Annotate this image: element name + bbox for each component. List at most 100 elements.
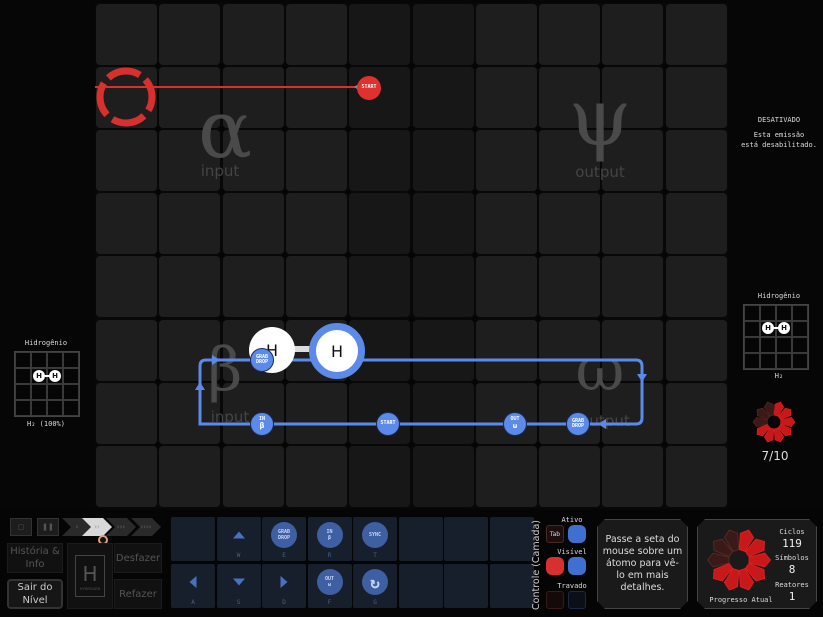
reactor-tile[interactable]: [602, 193, 664, 255]
reactor-tile[interactable]: [96, 130, 157, 192]
reactor-tile[interactable]: [159, 256, 221, 318]
grab-drop-instruction-2[interactable]: GRAB DROP: [566, 412, 590, 436]
reactor-tile[interactable]: [159, 445, 221, 507]
reactor-tile[interactable]: [665, 67, 727, 129]
in-beta-instruction[interactable]: IN β: [250, 412, 274, 436]
reactor-tile[interactable]: [665, 445, 727, 507]
reactor-tile[interactable]: [475, 445, 537, 507]
reactor-tile[interactable]: [665, 193, 727, 255]
reactor-tile[interactable]: [159, 4, 221, 65]
output-molecule-preview[interactable]: [743, 304, 809, 370]
blue-layer-active-toggle[interactable]: [568, 525, 586, 543]
reactor-tile[interactable]: [412, 445, 474, 507]
red-layer-locked-toggle[interactable]: [546, 591, 564, 609]
reactor-tile[interactable]: [349, 445, 411, 507]
hydrogen-atom-held[interactable]: H: [309, 323, 365, 379]
history-info-button[interactable]: História & Info: [7, 543, 63, 573]
palette-tool-a[interactable]: A: [171, 564, 215, 608]
reactor-tile[interactable]: [412, 319, 474, 381]
reactor-tile[interactable]: [96, 382, 157, 444]
reactor-tile[interactable]: [665, 4, 727, 65]
reactor-tile[interactable]: [349, 193, 411, 255]
reactor-tile[interactable]: [412, 4, 474, 65]
reactor-tile[interactable]: [222, 193, 284, 255]
blue-layer-locked-toggle[interactable]: [568, 591, 586, 609]
reactor-tile[interactable]: [475, 319, 537, 381]
reactor-tile[interactable]: [285, 193, 347, 255]
red-layer-visible-toggle[interactable]: [546, 557, 564, 575]
reactor-tile[interactable]: [222, 256, 284, 318]
hotkey-label: A: [191, 599, 195, 606]
reactor-tile[interactable]: [665, 382, 727, 444]
palette-tool-s[interactable]: S: [216, 564, 261, 608]
blue-layer-visible-toggle[interactable]: [568, 557, 586, 575]
reactor-tile[interactable]: [475, 382, 537, 444]
reactor-tile[interactable]: [349, 382, 411, 444]
reactor-tile[interactable]: [159, 193, 221, 255]
reactor-tile[interactable]: [602, 4, 664, 65]
reactor-tile[interactable]: [665, 256, 727, 318]
reactor-tile[interactable]: [349, 130, 411, 192]
red-start-instruction[interactable]: START: [357, 76, 381, 100]
reactor-tile[interactable]: [349, 67, 411, 129]
reactor-tile[interactable]: [665, 130, 727, 192]
reactor-tile[interactable]: [96, 193, 157, 255]
reactor-tile[interactable]: [475, 67, 537, 129]
reactor-tile[interactable]: [349, 256, 411, 318]
palette-tool-t[interactable]: SYNC T: [353, 517, 397, 561]
reactor-tile[interactable]: [412, 130, 474, 192]
blue-start-instruction[interactable]: START: [376, 412, 400, 436]
reactor-tile[interactable]: [539, 193, 601, 255]
reactor-tile[interactable]: [349, 4, 411, 65]
reactor-tile[interactable]: [285, 4, 347, 65]
reactor-tile[interactable]: [475, 4, 537, 65]
output-progress-count: 7/10: [761, 449, 789, 463]
reactor-tile[interactable]: [539, 256, 601, 318]
palette-tool-g[interactable]: ↻ G: [353, 564, 397, 608]
undo-button[interactable]: Desfazer: [114, 543, 162, 573]
reactor-tile[interactable]: [285, 67, 347, 129]
reactor-tile[interactable]: [96, 445, 157, 507]
reactor-tile[interactable]: [412, 256, 474, 318]
reactor-tile[interactable]: [96, 67, 157, 129]
palette-tool-empty[interactable]: [171, 517, 215, 561]
input-molecule-preview[interactable]: [14, 351, 80, 417]
reactor-tile[interactable]: [412, 67, 474, 129]
element-card[interactable]: H HYDROGEN: [67, 543, 113, 609]
palette-tool-e[interactable]: GRAB DROP E: [262, 517, 306, 561]
stop-button[interactable]: ▢: [10, 518, 32, 536]
reactor-tile[interactable]: [539, 445, 601, 507]
reactor-tile[interactable]: [285, 382, 347, 444]
out-omega-instruction[interactable]: OUT ω: [503, 412, 527, 436]
reactor-tile[interactable]: [96, 4, 157, 65]
reactor-tile[interactable]: [602, 256, 664, 318]
grid-junction: [662, 63, 668, 69]
red-layer-active-toggle[interactable]: Tab: [546, 525, 564, 543]
redo-button[interactable]: Refazer: [114, 579, 162, 609]
palette-tool-f[interactable]: OUT ω F: [307, 564, 352, 608]
reactor-tile[interactable]: [412, 382, 474, 444]
grid-junction: [598, 442, 604, 448]
reactor-tile[interactable]: [222, 445, 284, 507]
reactor-tile[interactable]: [412, 193, 474, 255]
palette-tool-d[interactable]: D: [262, 564, 306, 608]
reactor-tile[interactable]: [222, 4, 284, 65]
grab-drop-instruction[interactable]: GRAB DROP: [250, 348, 274, 372]
reactor-tile[interactable]: [285, 130, 347, 192]
layer-active-label: Ativo: [561, 516, 583, 524]
reactor-tile[interactable]: [96, 256, 157, 318]
pause-button[interactable]: ❚❚: [37, 518, 59, 536]
reactor-tile[interactable]: [665, 319, 727, 381]
reactor-tile[interactable]: [475, 256, 537, 318]
exit-level-button[interactable]: Sair do Nível: [7, 579, 63, 609]
reactor-tile[interactable]: [285, 256, 347, 318]
palette-tool-r[interactable]: IN β R: [307, 517, 352, 561]
reactor-tile[interactable]: [285, 445, 347, 507]
reactor-tile[interactable]: [475, 193, 537, 255]
arrow-icon-wrap: [232, 578, 245, 586]
reactor-tile[interactable]: [539, 4, 601, 65]
reactor-tile[interactable]: [475, 130, 537, 192]
palette-tool-w[interactable]: W: [216, 517, 261, 561]
reactor-tile[interactable]: [602, 445, 664, 507]
reactor-tile[interactable]: [96, 319, 157, 381]
